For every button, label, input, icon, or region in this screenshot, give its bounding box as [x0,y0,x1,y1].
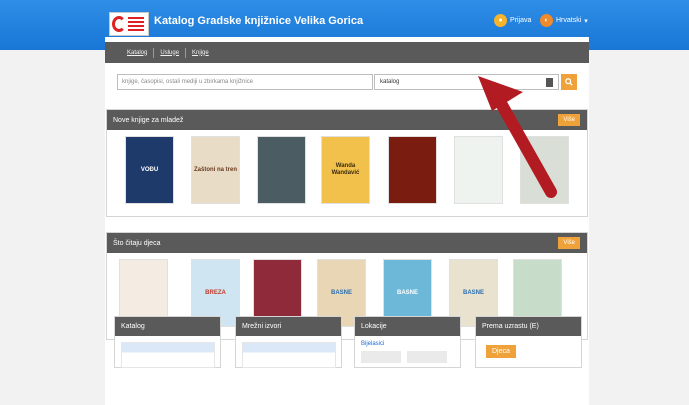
red-arrow-annotation [478,76,557,198]
